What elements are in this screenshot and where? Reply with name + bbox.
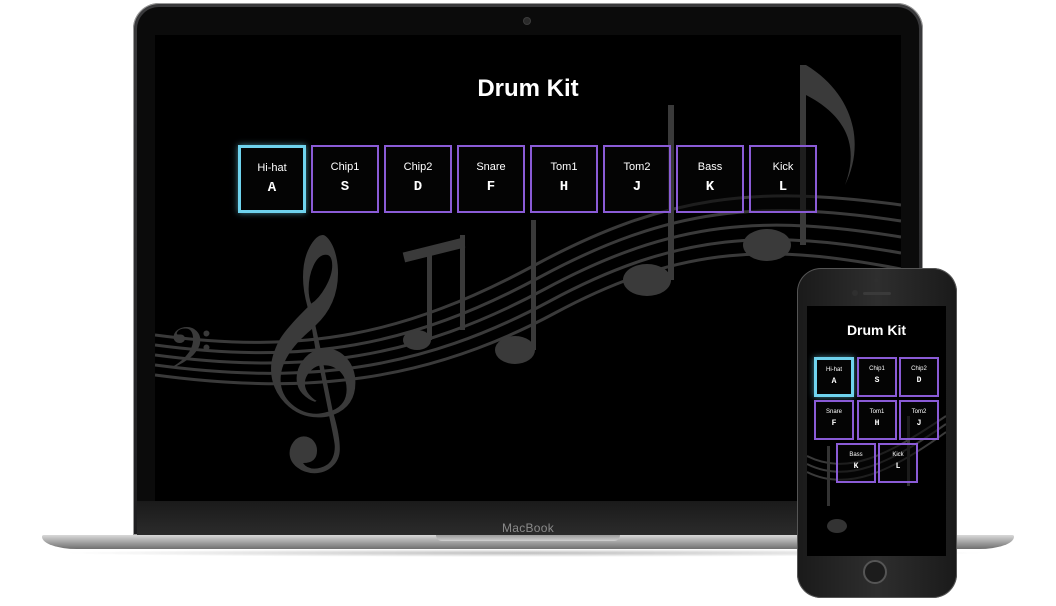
- drum-key-letter: F: [831, 419, 837, 428]
- drum-key-letter: A: [267, 180, 277, 196]
- drum-key-letter: D: [413, 179, 423, 195]
- drum-key-label: Kick: [892, 452, 904, 458]
- drum-key-hihat[interactable]: Hi-hat A: [814, 357, 854, 397]
- phone-camera-icon: [852, 290, 858, 296]
- drum-key-tom1[interactable]: Tom1 H: [857, 400, 897, 440]
- drum-key-label: Bass: [697, 161, 723, 173]
- drum-key-letter: H: [874, 419, 880, 428]
- drum-key-label: Snare: [476, 161, 506, 173]
- drum-key-letter: L: [895, 462, 901, 471]
- drum-key-letter: J: [632, 179, 642, 195]
- drum-key-label: Snare: [825, 409, 842, 415]
- drum-key-tom2[interactable]: Tom2 J: [603, 145, 671, 213]
- drum-key-label: Bass: [849, 452, 863, 458]
- drum-key-label: Kick: [772, 161, 794, 173]
- page-title: Drum Kit: [846, 322, 907, 338]
- drum-key-hihat[interactable]: Hi-hat A: [238, 145, 306, 213]
- drum-key-letter: K: [853, 462, 859, 471]
- drum-key-chip2[interactable]: Chip2 D: [899, 357, 939, 397]
- drum-key-letter: J: [916, 419, 922, 428]
- drum-key-label: Chip1: [330, 161, 360, 173]
- drum-key-letter: L: [778, 179, 788, 195]
- drum-key-tom1[interactable]: Tom1 H: [530, 145, 598, 213]
- phone-speaker: [863, 292, 891, 295]
- drum-key-label: Tom1: [869, 409, 885, 415]
- drum-key-kick[interactable]: Kick L: [878, 443, 918, 483]
- drum-key-label: Hi-hat: [825, 367, 842, 373]
- drum-key-letter: D: [916, 376, 922, 385]
- drum-key-bass[interactable]: Bass K: [676, 145, 744, 213]
- drum-key-tom2[interactable]: Tom2 J: [899, 400, 939, 440]
- laptop-base-notch: [436, 535, 620, 541]
- drum-key-chip1[interactable]: Chip1 S: [857, 357, 897, 397]
- laptop-screen: 𝄞 𝄢 Drum Kit Hi-hat A Chip1 S Chip2 D Sn…: [155, 35, 901, 501]
- home-button[interactable]: [863, 560, 887, 584]
- page-title: Drum Kit: [477, 75, 579, 102]
- drum-key-label: Tom2: [911, 409, 927, 415]
- drum-key-snare[interactable]: Snare F: [457, 145, 525, 213]
- drum-key-letter: S: [874, 376, 880, 385]
- drum-key-chip1[interactable]: Chip1 S: [311, 145, 379, 213]
- drum-key-letter: S: [340, 179, 350, 195]
- drum-key-label: Tom1: [550, 161, 578, 173]
- drum-key-label: Chip1: [869, 366, 885, 372]
- drum-key-letter: A: [831, 377, 837, 386]
- camera-icon: [524, 18, 530, 24]
- drum-key-label: Chip2: [403, 161, 433, 173]
- drum-key-letter: K: [705, 179, 715, 195]
- drum-key-label: Chip2: [911, 366, 927, 372]
- drum-key-kick[interactable]: Kick L: [749, 145, 817, 213]
- svg-text:𝄢: 𝄢: [167, 315, 212, 397]
- svg-text:𝄞: 𝄞: [247, 230, 365, 473]
- phone-screen: Drum Kit Hi-hat A Chip1 S Chip2 D Snare …: [807, 306, 946, 556]
- drum-key-chip2[interactable]: Chip2 D: [384, 145, 452, 213]
- drum-key-label: Tom2: [623, 161, 651, 173]
- drum-key-bass[interactable]: Bass K: [836, 443, 876, 483]
- music-notes-background: 𝄞 𝄢: [155, 65, 901, 473]
- drum-key-letter: H: [559, 179, 569, 195]
- drum-key-snare[interactable]: Snare F: [814, 400, 854, 440]
- phone-sensor-icon: [874, 278, 879, 283]
- drum-key-letter: F: [486, 179, 496, 195]
- drum-key-label: Hi-hat: [257, 162, 287, 174]
